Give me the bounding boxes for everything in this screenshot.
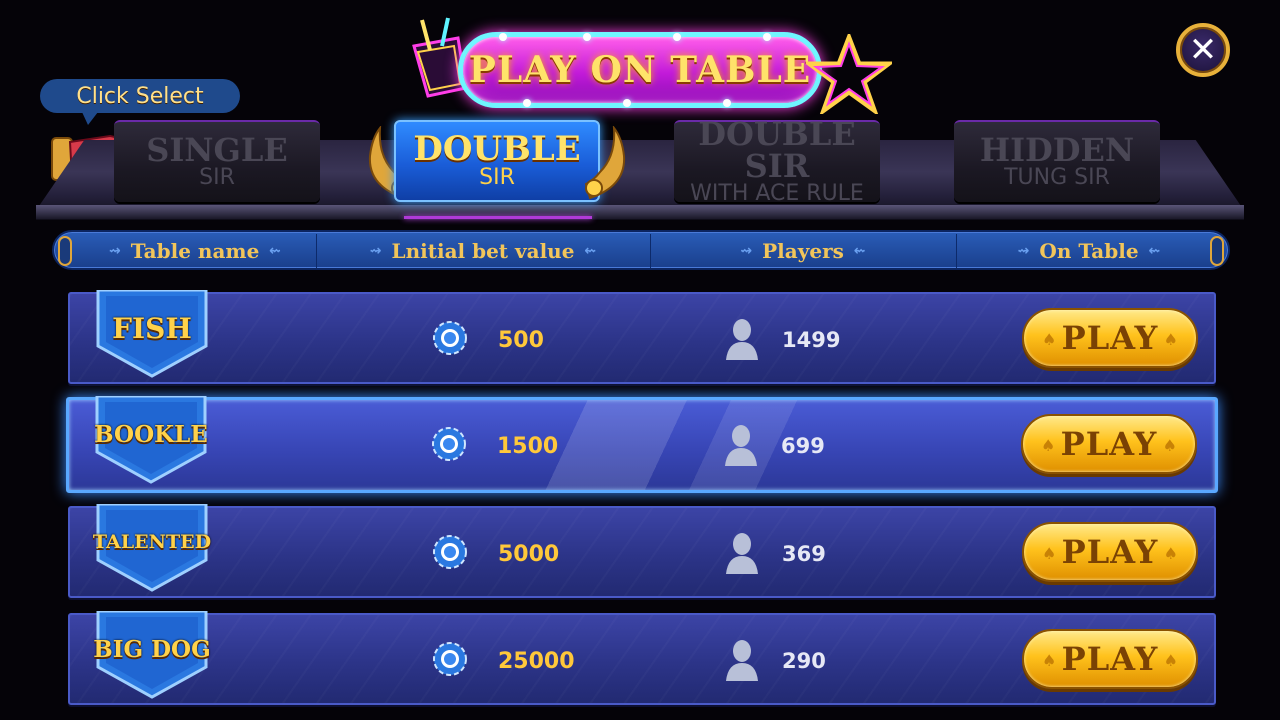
close-icon: ✕ — [1188, 30, 1218, 70]
players-count: 290 — [782, 649, 826, 673]
header-cap-left — [58, 236, 72, 266]
tab-label-line1: HIDDEN — [979, 131, 1135, 170]
person-icon — [726, 319, 758, 360]
tab-hidden-tung-sir[interactable]: HIDDEN TUNG SIR — [954, 120, 1160, 202]
close-button[interactable]: ✕ — [1176, 23, 1230, 77]
tab-shelf-edge — [36, 205, 1244, 219]
table-name: FISH — [112, 311, 192, 345]
spade-icon: ♠ — [1163, 330, 1178, 349]
person-icon — [726, 640, 758, 681]
tab-label-line1: DOUBLE SIR — [698, 115, 856, 186]
table-name: BOOKLE — [94, 420, 208, 448]
bet-value: 1500 — [497, 433, 559, 459]
bet-value: 5000 — [498, 541, 560, 567]
table-name: TALENTED — [92, 531, 212, 553]
play-button[interactable]: ♠ PLAY ♠ — [1022, 522, 1198, 582]
page-title: PLAY ON TABLE — [468, 49, 812, 91]
column-header-table-name: ⇝ Table name ⇜ — [108, 239, 282, 263]
poker-chip-icon — [433, 642, 467, 676]
tab-single-sir[interactable]: SINGLE SIR — [114, 120, 320, 202]
play-button-label: PLAY — [1061, 640, 1159, 678]
spade-icon: ♠ — [1162, 436, 1177, 455]
tab-label-line2: SIR — [479, 165, 515, 191]
spade-icon: ♠ — [1042, 651, 1057, 670]
active-tab-indicator — [404, 216, 592, 219]
play-button-label: PLAY — [1061, 319, 1159, 357]
play-button-label: PLAY — [1060, 425, 1158, 463]
table-row[interactable]: BIG DOG 25000 290 ♠ PLAY ♠ — [68, 611, 1216, 705]
tab-label-line2: WITH ACE RULE — [690, 181, 864, 207]
play-button[interactable]: ♠ PLAY ♠ — [1021, 414, 1197, 474]
spade-icon: ♠ — [1041, 436, 1056, 455]
players-count: 1499 — [782, 328, 841, 352]
play-button[interactable]: ♠ PLAY ♠ — [1022, 308, 1198, 368]
spade-icon: ♠ — [1042, 330, 1057, 349]
title-banner: PLAY ON TABLE — [408, 14, 892, 114]
star-icon — [806, 34, 892, 114]
tab-double-sir-ace-rule[interactable]: DOUBLE SIR WITH ACE RULE — [674, 115, 880, 207]
table-row-selected[interactable]: BOOKLE 1500 699 ♠ PLAY ♠ — [66, 396, 1218, 493]
person-icon — [726, 533, 758, 574]
column-header-initial-bet: ⇝ Lnitial bet value ⇜ — [369, 239, 597, 263]
column-header-on-table: ⇝ On Table ⇜ — [1017, 239, 1161, 263]
bet-value: 25000 — [498, 648, 575, 674]
poker-chip-icon — [432, 427, 466, 461]
players-count: 699 — [781, 434, 825, 458]
right-wing-icon — [584, 126, 626, 200]
poker-chip-icon — [433, 321, 467, 355]
click-select-hint: Click Select — [40, 79, 240, 125]
players-count: 369 — [782, 542, 826, 566]
tab-label-line2: TUNG SIR — [1004, 165, 1110, 191]
tab-double-sir[interactable]: DOUBLE SIR — [394, 120, 600, 202]
tab-label-line2: SIR — [199, 165, 235, 191]
play-button-label: PLAY — [1061, 533, 1159, 571]
spade-icon: ♠ — [1042, 544, 1057, 563]
title-sign: PLAY ON TABLE — [458, 32, 822, 108]
column-header-bar: ⇝ Table name ⇜ ⇝ Lnitial bet value ⇜ ⇝ Player… — [52, 230, 1230, 270]
tab-label-line1: SINGLE — [146, 131, 288, 170]
play-button[interactable]: ♠ PLAY ♠ — [1022, 629, 1198, 689]
tab-label-line1: DOUBLE — [413, 129, 581, 170]
hint-text: Click Select — [76, 83, 204, 109]
poker-chip-icon — [433, 535, 467, 569]
table-row[interactable]: TALENTED 5000 369 ♠ PLAY ♠ — [68, 504, 1216, 598]
spade-icon: ♠ — [1163, 544, 1178, 563]
table-name: BIG DOG — [93, 635, 211, 663]
spade-icon: ♠ — [1163, 651, 1178, 670]
table-row[interactable]: FISH 500 1499 ♠ PLAY ♠ — [68, 290, 1216, 384]
column-header-players: ⇝ Players ⇜ — [740, 239, 866, 263]
person-icon — [725, 425, 757, 466]
bet-value: 500 — [498, 327, 544, 353]
